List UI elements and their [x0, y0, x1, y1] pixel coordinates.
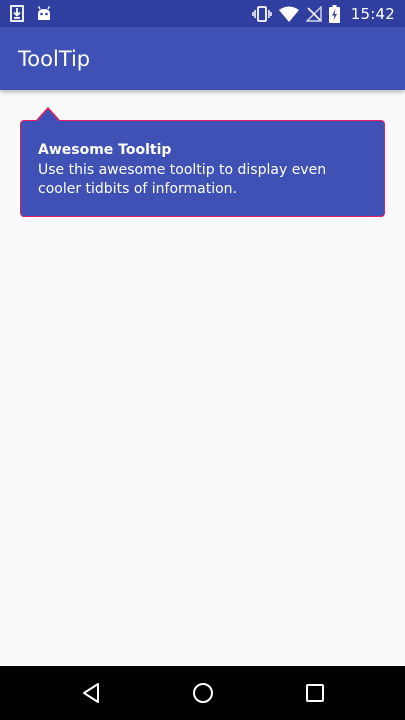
home-button[interactable] — [188, 678, 218, 708]
tooltip-arrow — [36, 107, 60, 122]
back-icon — [83, 683, 99, 703]
android-icon — [36, 5, 52, 22]
app-bar: ToolTip — [0, 27, 405, 90]
status-time: 15:42 — [350, 4, 395, 23]
navigation-bar — [0, 666, 405, 720]
back-button[interactable] — [76, 678, 106, 708]
app-title: ToolTip — [18, 46, 91, 71]
download-icon — [10, 5, 24, 22]
status-right-icons: 15:42 — [252, 4, 395, 23]
wifi-icon — [278, 6, 299, 22]
recents-icon — [306, 684, 324, 702]
tooltip-body: Use this awesome tooltip to display even… — [38, 162, 327, 197]
tooltip-title: Awesome Tooltip — [38, 142, 172, 158]
battery-charging-icon — [328, 4, 340, 23]
no-signal-icon — [305, 5, 322, 22]
status-bar: 15:42 — [0, 0, 405, 27]
vibrate-icon — [252, 5, 272, 22]
tooltip[interactable]: Awesome Tooltip Use this awesome tooltip… — [20, 120, 385, 217]
recents-button[interactable] — [300, 678, 330, 708]
home-icon — [193, 683, 213, 703]
status-left-icons — [10, 5, 52, 22]
